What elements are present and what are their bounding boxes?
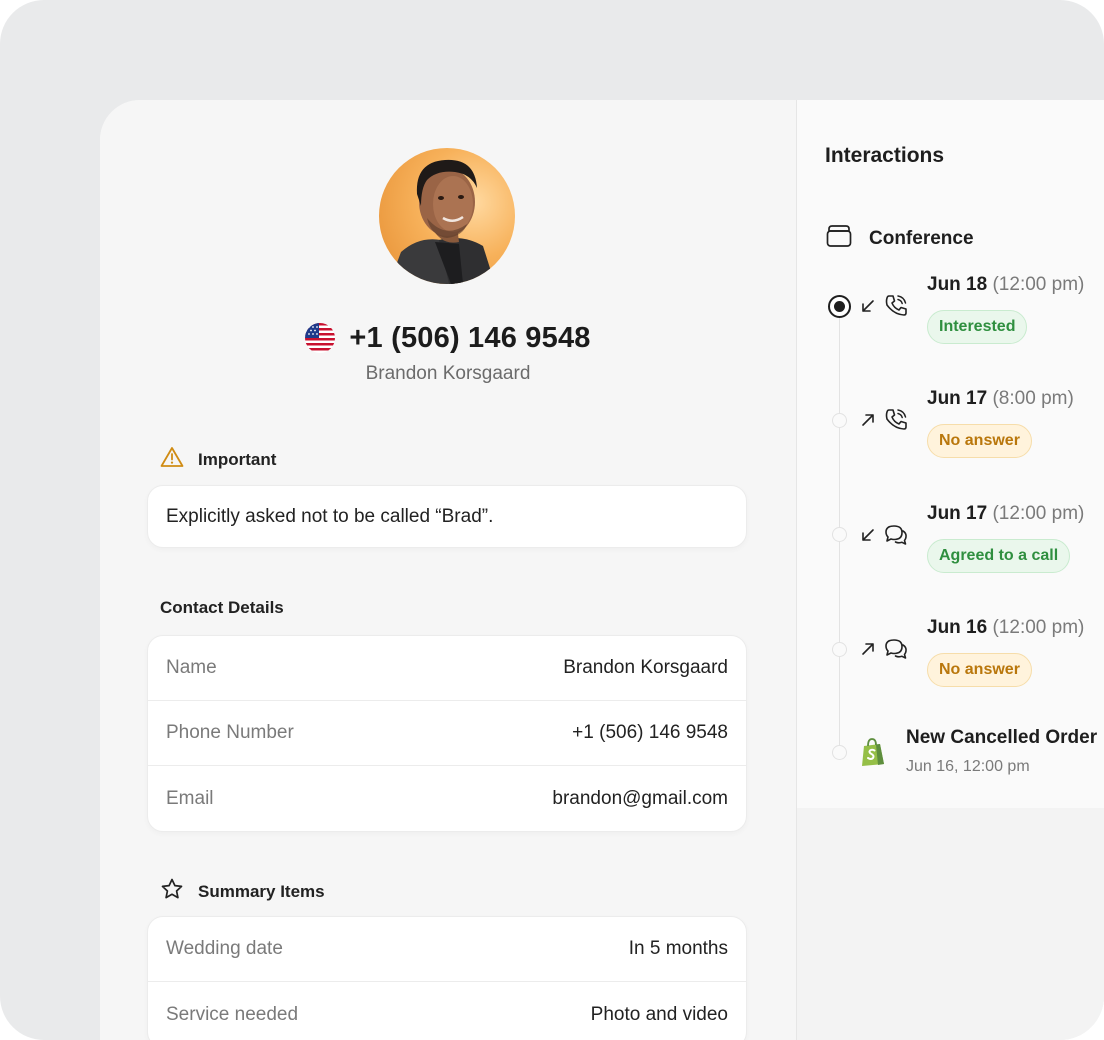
- phone-header: +1 (506) 146 9548: [100, 318, 796, 358]
- app-frame: +1 (506) 146 9548 Brandon Korsgaard Impo…: [0, 0, 1104, 1040]
- row-label: Service needed: [166, 1003, 299, 1025]
- interactions-column: Interactions Conference Jun 18 (12:00 pm…: [797, 100, 1104, 808]
- arrow-down-left-icon: [859, 297, 877, 320]
- status-badge: Interested: [927, 310, 1028, 344]
- chat-bubbles-icon: [883, 522, 909, 553]
- entry-date: Jun 16 (12:00 pm): [927, 617, 1084, 639]
- contact-details-label: Contact Details: [160, 598, 284, 617]
- warning-icon: [160, 446, 184, 473]
- entry-time: (12:00 pm): [992, 274, 1085, 295]
- row-value[interactable]: Photo and video: [591, 1004, 728, 1026]
- important-note-card: Explicitly asked not to be called “Brad”…: [147, 485, 747, 548]
- conference-icon: [825, 222, 853, 256]
- shopify-bag-icon: [859, 737, 887, 772]
- entry-day: Jun 17: [927, 388, 988, 409]
- row-label: Name: [166, 657, 217, 678]
- order-title[interactable]: New Cancelled Order: [906, 727, 1097, 749]
- entry-date: Jun 17 (8:00 pm): [927, 388, 1074, 410]
- row-label: Email: [166, 787, 214, 809]
- order-timestamp: Jun 16, 12:00 pm: [906, 758, 1030, 775]
- summary-row-service: Service needed Photo and video: [148, 982, 746, 1040]
- entry-time: (12:00 pm): [992, 617, 1085, 638]
- contact-row-email: Email brandon@gmail.com: [148, 766, 746, 831]
- conference-group[interactable]: Conference: [825, 222, 974, 256]
- person-photo: [389, 159, 495, 284]
- timeline-dot[interactable]: [832, 642, 847, 657]
- contact-details-card: Name Brandon Korsgaard Phone Number +1 (…: [147, 635, 747, 832]
- phone-call-icon: [883, 407, 909, 438]
- contact-profile-column: +1 (506) 146 9548 Brandon Korsgaard Impo…: [100, 100, 796, 1040]
- important-heading: Important: [160, 446, 276, 473]
- conference-label: Conference: [869, 228, 974, 249]
- contact-details-heading: Contact Details: [160, 598, 284, 618]
- row-value[interactable]: brandon@gmail.com: [552, 788, 728, 810]
- summary-items-label: Summary Items: [198, 881, 325, 901]
- arrow-down-left-icon: [859, 526, 877, 549]
- timeline-dot[interactable]: [832, 745, 847, 760]
- entry-time: (12:00 pm): [992, 503, 1085, 524]
- entry-date: Jun 18 (12:00 pm): [927, 274, 1084, 296]
- status-badge: No answer: [927, 424, 1032, 458]
- us-flag-icon: [305, 323, 336, 353]
- summary-row-wedding-date: Wedding date In 5 months: [148, 917, 746, 982]
- timeline-dot[interactable]: [832, 527, 847, 542]
- entry-time: (8:00 pm): [992, 388, 1074, 409]
- important-heading-label: Important: [198, 449, 277, 469]
- interactions-title: Interactions: [825, 144, 945, 167]
- entry-day: Jun 16: [927, 617, 988, 638]
- contact-row-name: Name Brandon Korsgaard: [148, 636, 746, 701]
- chat-bubbles-icon: [883, 636, 909, 667]
- contact-row-phone: Phone Number +1 (506) 146 9548: [148, 701, 746, 766]
- phone-call-icon: [883, 293, 909, 324]
- timeline-dot-active[interactable]: [828, 295, 851, 318]
- summary-items-card: Wedding date In 5 months Service needed …: [147, 916, 747, 1040]
- row-value[interactable]: In 5 months: [629, 938, 728, 960]
- star-icon: [160, 877, 184, 906]
- contact-panel: +1 (506) 146 9548 Brandon Korsgaard Impo…: [100, 100, 1104, 1040]
- row-label: Phone Number: [166, 722, 294, 743]
- entry-day: Jun 17: [927, 503, 988, 524]
- important-note: Explicitly asked not to be called “Brad”…: [166, 506, 494, 527]
- timeline-dot[interactable]: [832, 413, 847, 428]
- status-badge: Agreed to a call: [927, 539, 1071, 573]
- entry-icons: [859, 636, 909, 667]
- entry-date: Jun 17 (12:00 pm): [927, 503, 1084, 525]
- avatar: [379, 148, 515, 284]
- entry-icons: [859, 293, 909, 324]
- row-label: Wedding date: [166, 938, 283, 959]
- entry-icons: [859, 522, 909, 553]
- entry-day: Jun 18: [927, 274, 988, 295]
- row-value[interactable]: +1 (506) 146 9548: [572, 722, 728, 744]
- summary-items-heading: Summary Items: [160, 877, 325, 906]
- row-value[interactable]: Brandon Korsgaard: [563, 657, 728, 679]
- arrow-up-right-icon: [859, 640, 877, 663]
- entry-icons: [859, 407, 909, 438]
- phone-number-title: +1 (506) 146 9548: [349, 321, 591, 354]
- arrow-up-right-icon: [859, 411, 877, 434]
- status-badge: No answer: [927, 653, 1032, 687]
- contact-name-subtitle: Brandon Korsgaard: [365, 363, 531, 384]
- interactions-empty-area: [797, 808, 1104, 1040]
